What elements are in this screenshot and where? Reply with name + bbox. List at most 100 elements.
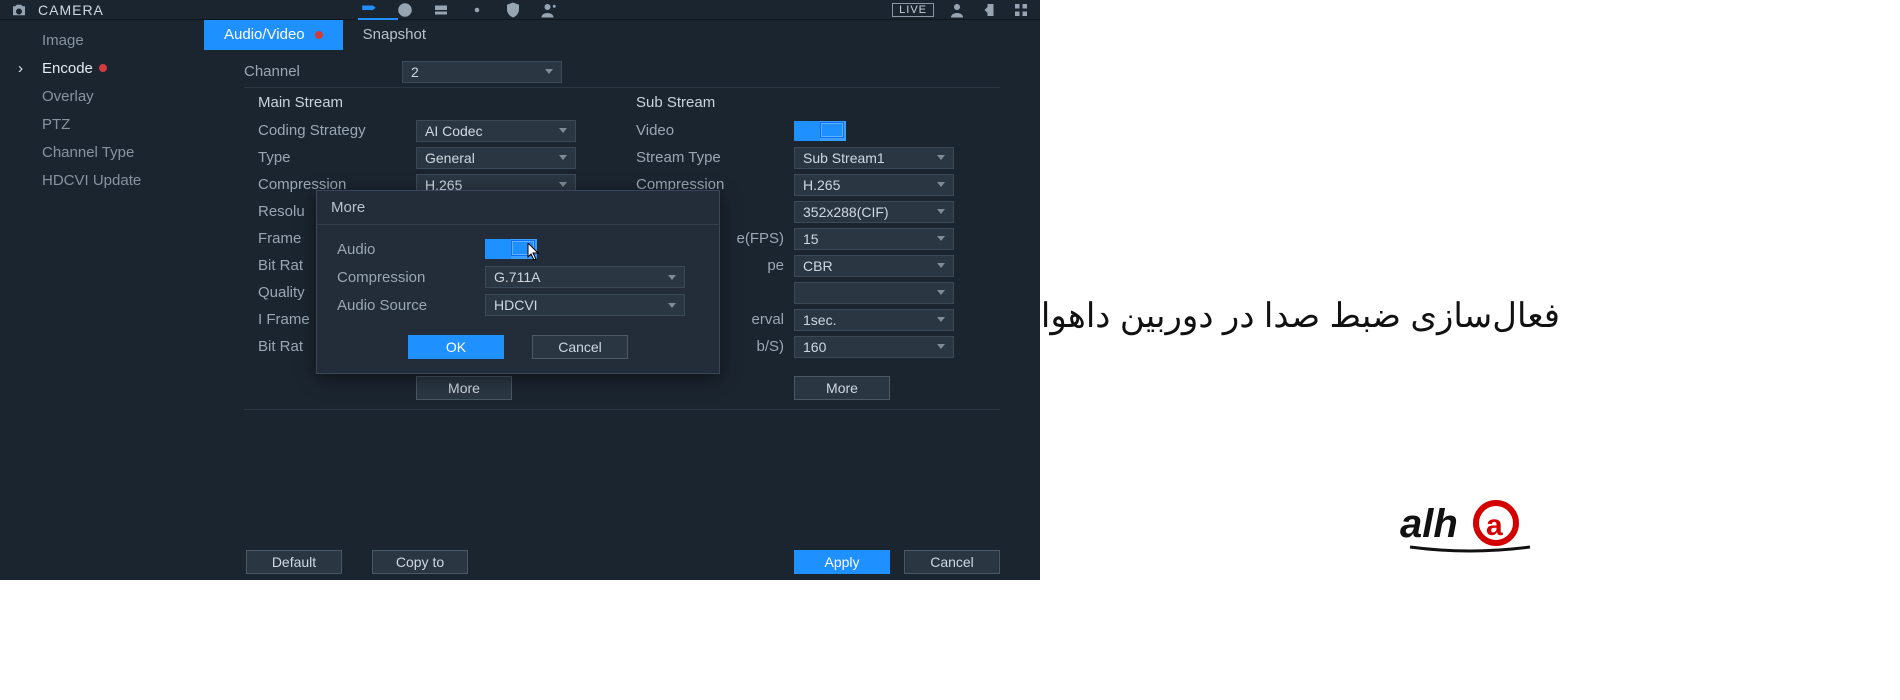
type-select[interactable]: General: [416, 147, 576, 169]
mouse-cursor-icon: [527, 243, 541, 265]
default-button[interactable]: Default: [246, 550, 342, 574]
coding-strategy-select[interactable]: AI Codec: [416, 120, 576, 142]
chevron-down-icon: [937, 155, 945, 160]
sub-interval-select[interactable]: 1sec.: [794, 309, 954, 331]
sidebar-item-image[interactable]: Image: [0, 26, 204, 54]
select-value: 160: [803, 339, 826, 355]
sub-fps-select[interactable]: 15: [794, 228, 954, 250]
annotation-panel: فعال‌سازی ضبط صدا در دوربین داهوا alh a: [1040, 0, 1900, 700]
svg-text:alh: alh: [1400, 502, 1458, 546]
sub-compression-select[interactable]: H.265: [794, 174, 954, 196]
channel-label: Channel: [244, 63, 402, 80]
channel-select[interactable]: 2: [402, 61, 562, 83]
chevron-down-icon: [545, 69, 553, 74]
select-value: 15: [803, 231, 819, 247]
select-value: 2: [411, 64, 419, 80]
copy-to-button[interactable]: Copy to: [372, 550, 468, 574]
sub-resolution-select[interactable]: 352x288(CIF): [794, 201, 954, 223]
sidebar-item-label: Image: [42, 32, 84, 49]
live-badge[interactable]: LIVE: [892, 3, 934, 17]
nav-camera-icon[interactable]: [360, 1, 378, 19]
nav-security-icon[interactable]: [504, 1, 522, 19]
footer-buttons: Default Copy to Apply Cancel: [246, 550, 1000, 574]
dvr-app: CAMERA LIVE Image Encode Ov: [0, 0, 1040, 580]
select-value: AI Codec: [425, 123, 483, 139]
select-value: CBR: [803, 258, 833, 274]
select-value: Sub Stream1: [803, 150, 885, 166]
chevron-down-icon: [559, 182, 567, 187]
nav-network-icon[interactable]: [396, 1, 414, 19]
alert-dot-icon: [315, 31, 323, 39]
chevron-down-icon: [937, 344, 945, 349]
sub-quality-select: [794, 282, 954, 304]
logout-icon[interactable]: [980, 1, 998, 19]
chevron-down-icon: [559, 128, 567, 133]
sub-kbps-select[interactable]: 160: [794, 336, 954, 358]
sub-brtype-select[interactable]: CBR: [794, 255, 954, 277]
select-value: HDCVI: [494, 297, 538, 313]
tab-audio-video[interactable]: Audio/Video: [204, 20, 343, 50]
sidebar: Image Encode Overlay PTZ Channel Type HD…: [0, 20, 204, 530]
sidebar-item-label: Channel Type: [42, 144, 134, 161]
select-value: General: [425, 150, 475, 166]
nav-storage-icon[interactable]: [432, 1, 450, 19]
sidebar-item-label: HDCVI Update: [42, 172, 141, 189]
sidebar-item-label: PTZ: [42, 116, 70, 133]
sub-more-button[interactable]: More: [794, 376, 890, 400]
field-label: Coding Strategy: [258, 122, 416, 139]
field-label: Type: [258, 149, 416, 166]
topbar: CAMERA LIVE: [0, 0, 1040, 20]
chevron-down-icon: [937, 263, 945, 268]
audio-compression-select[interactable]: G.711A: [485, 266, 685, 288]
apply-button[interactable]: Apply: [794, 550, 890, 574]
page-title: CAMERA: [38, 2, 104, 18]
field-label: Video: [636, 122, 794, 139]
main-more-button[interactable]: More: [416, 376, 512, 400]
chevron-down-icon: [668, 303, 676, 308]
caption-text: فعال‌سازی ضبط صدا در دوربین داهوا: [1041, 296, 1560, 336]
sidebar-item-ptz[interactable]: PTZ: [0, 110, 204, 138]
nav-account-icon[interactable]: [540, 1, 558, 19]
tab-label: Snapshot: [363, 20, 426, 50]
chevron-down-icon: [559, 155, 567, 160]
field-label: Compression: [337, 269, 485, 286]
nav-system-icon[interactable]: [468, 1, 486, 19]
audio-source-select[interactable]: HDCVI: [485, 294, 685, 316]
field-label: Audio Source: [337, 297, 485, 314]
more-dialog: More Audio Compression G.711A Audio Sourc…: [316, 190, 720, 374]
alert-dot-icon: [99, 64, 107, 72]
stream-type-select[interactable]: Sub Stream1: [794, 147, 954, 169]
dialog-cancel-button[interactable]: Cancel: [532, 335, 628, 359]
chevron-down-icon: [937, 236, 945, 241]
cancel-button[interactable]: Cancel: [904, 550, 1000, 574]
toggle-knob: [820, 122, 844, 138]
camera-icon: [10, 1, 28, 19]
sidebar-item-channel-type[interactable]: Channel Type: [0, 138, 204, 166]
svg-text:a: a: [1486, 509, 1503, 542]
sidebar-item-overlay[interactable]: Overlay: [0, 82, 204, 110]
user-icon[interactable]: [948, 1, 966, 19]
chevron-down-icon: [937, 317, 945, 322]
select-value: 352x288(CIF): [803, 204, 889, 220]
select-value: G.711A: [494, 269, 540, 285]
chevron-down-icon: [937, 290, 945, 295]
sub-video-toggle[interactable]: [794, 121, 846, 141]
tab-label: Audio/Video: [224, 20, 305, 50]
select-value: H.265: [803, 177, 840, 193]
sub-stream-head: Sub Stream: [636, 94, 986, 111]
select-value: 1sec.: [803, 312, 836, 328]
brand-logo: alh a: [1400, 495, 1540, 560]
chevron-down-icon: [668, 275, 676, 280]
sidebar-item-encode[interactable]: Encode: [0, 54, 204, 82]
field-label: Stream Type: [636, 149, 794, 166]
main-stream-head: Main Stream: [258, 94, 608, 111]
dialog-title: More: [317, 191, 719, 225]
sidebar-item-hdcvi-update[interactable]: HDCVI Update: [0, 166, 204, 194]
chevron-down-icon: [937, 209, 945, 214]
sidebar-item-label: Encode: [42, 60, 93, 77]
tab-snapshot[interactable]: Snapshot: [343, 20, 446, 50]
sidebar-item-label: Overlay: [42, 88, 94, 105]
field-label: Audio: [337, 241, 485, 258]
dialog-ok-button[interactable]: OK: [408, 335, 504, 359]
grid-icon[interactable]: [1012, 1, 1030, 19]
